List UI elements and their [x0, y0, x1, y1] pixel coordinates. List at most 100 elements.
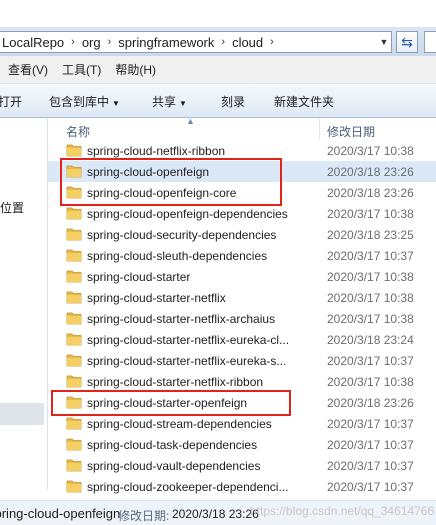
file-name: spring-cloud-vault-dependencies: [87, 459, 261, 473]
watermark: https://blog.csdn.net/qq_34614766: [250, 504, 435, 518]
file-row[interactable]: spring-cloud-vault-dependencies 2020/3/17…: [48, 455, 436, 476]
folder-icon: [66, 353, 82, 367]
highlight-box-starter-openfeign: [51, 390, 291, 416]
file-modified-date: 2020/3/17 10:37: [327, 417, 414, 431]
file-row[interactable]: spring-cloud-starter-netflix-archaius 202…: [48, 308, 436, 329]
chevron-down-icon: ▼: [179, 99, 187, 108]
modified-date-value: 2020/3/18 23:26: [172, 507, 259, 521]
folder-icon: [66, 458, 82, 472]
file-name: spring-cloud-starter-netflix-eureka-s...: [87, 354, 287, 368]
file-modified-date: 2020/3/17 10:38: [327, 270, 414, 284]
open-button[interactable]: 打开: [0, 93, 22, 110]
chevron-right-icon[interactable]: ›: [265, 36, 279, 48]
nav-selected-item[interactable]: [0, 403, 44, 425]
file-row[interactable]: spring-cloud-openfeign-dependencies 2020/…: [48, 203, 436, 224]
folder-icon: [66, 269, 82, 283]
burn-button[interactable]: 刻录: [221, 93, 245, 110]
breadcrumb-org[interactable]: org: [80, 35, 103, 50]
new-folder-button[interactable]: 新建文件夹: [274, 93, 334, 110]
file-row[interactable]: spring-cloud-stream-dependencies 2020/3/1…: [48, 413, 436, 434]
folder-icon: [66, 206, 82, 220]
search-input[interactable]: [424, 31, 436, 53]
folder-icon: [66, 332, 82, 346]
breadcrumb-cloud[interactable]: cloud: [230, 35, 265, 50]
folder-icon: [66, 248, 82, 262]
file-modified-date: 2020/3/17 10:38: [327, 207, 414, 221]
modified-date-label: 修改日期:: [118, 509, 170, 523]
highlight-box-openfeign: [60, 158, 282, 206]
file-modified-date: 2020/3/18 23:26: [327, 165, 414, 179]
folder-icon: [66, 437, 82, 451]
column-divider[interactable]: [319, 118, 320, 140]
file-modified-date: 2020/3/17 10:38: [327, 312, 414, 326]
file-name: spring-cloud-starter-netflix-ribbon: [87, 375, 264, 389]
file-row[interactable]: spring-cloud-sleuth-dependencies 2020/3/1…: [48, 245, 436, 266]
file-name: spring-cloud-starter-netflix-archaius: [87, 312, 276, 326]
folder-icon: [66, 416, 82, 430]
chevron-right-icon[interactable]: ›: [216, 36, 230, 48]
command-bar: 打开 包含到库中 ▼ 共享 ▼ 刻录 新建文件夹: [0, 84, 436, 118]
file-name: spring-cloud-stream-dependencies: [87, 417, 272, 431]
file-modified-date: 2020/3/18 23:26: [327, 396, 414, 410]
file-name: spring-cloud-starter-netflix: [87, 291, 226, 305]
file-modified-date: 2020/3/17 10:37: [327, 354, 414, 368]
menu-help[interactable]: 帮助(H): [115, 61, 156, 78]
chevron-right-icon[interactable]: ›: [66, 36, 80, 48]
file-row[interactable]: spring-cloud-zookeeper-dependenci... 2020…: [48, 476, 436, 497]
share-button[interactable]: 共享 ▼: [152, 93, 187, 110]
refresh-icon: ⇆: [401, 34, 413, 50]
sort-ascending-icon: ▲: [186, 116, 195, 126]
file-modified-date: 2020/3/17 10:37: [327, 438, 414, 452]
column-name[interactable]: 名称: [66, 123, 90, 140]
include-in-library-label: 包含到库中: [49, 95, 110, 109]
breadcrumb-localrepo[interactable]: LocalRepo: [0, 35, 66, 50]
file-modified-date: 2020/3/18 23:25: [327, 228, 414, 242]
file-row[interactable]: spring-cloud-security-dependencies 2020/3…: [48, 224, 436, 245]
file-row[interactable]: spring-cloud-starter-netflix 2020/3/17 10…: [48, 287, 436, 308]
file-modified-date: 2020/3/18 23:26: [327, 186, 414, 200]
chevron-down-icon[interactable]: ▼: [377, 37, 391, 47]
share-label: 共享: [152, 95, 177, 109]
chevron-right-icon[interactable]: ›: [103, 36, 117, 48]
file-row[interactable]: spring-cloud-starter-netflix-eureka-cl..…: [48, 329, 436, 350]
nav-item-locations[interactable]: 位置: [0, 199, 24, 216]
file-modified-date: 2020/3/17 10:38: [327, 375, 414, 389]
chevron-down-icon: ▼: [112, 99, 120, 108]
file-name: spring-cloud-netflix-ribbon: [87, 144, 226, 158]
include-in-library-button[interactable]: 包含到库中 ▼: [49, 93, 120, 110]
menu-tools[interactable]: 工具(T): [62, 61, 101, 78]
folder-icon: [66, 311, 82, 325]
file-name: spring-cloud-openfeign-dependencies: [87, 207, 288, 221]
file-row[interactable]: spring-cloud-starter-netflix-ribbon 2020/…: [48, 371, 436, 392]
folder-icon: [66, 374, 82, 388]
column-modified[interactable]: 修改日期: [327, 123, 375, 140]
file-name: spring-cloud-task-dependencies: [87, 438, 258, 452]
menu-bar: 查看(V) 工具(T) 帮助(H): [0, 56, 436, 84]
folder-icon: [66, 290, 82, 304]
column-header: ▲ 名称 修改日期: [48, 116, 436, 140]
file-name: spring-cloud-starter-netflix-eureka-cl..…: [87, 333, 290, 347]
navigation-pane[interactable]: 位置: [0, 118, 48, 490]
file-modified-date: 2020/3/18 23:24: [327, 333, 414, 347]
file-modified-date: 2020/3/17 10:37: [327, 249, 414, 263]
file-modified-date: 2020/3/17 10:38: [327, 291, 414, 305]
file-name: spring-cloud-starter: [87, 270, 191, 284]
refresh-button[interactable]: ⇆: [396, 31, 418, 53]
selected-item-name: spring-cloud-openfeign: [0, 506, 121, 521]
file-row[interactable]: spring-cloud-starter 2020/3/17 10:38: [48, 266, 436, 287]
address-bar: LocalRepo › org › springframework › clou…: [0, 27, 436, 56]
file-modified-date: 2020/3/17 10:37: [327, 480, 414, 494]
folder-icon: [66, 143, 82, 157]
file-modified-date: 2020/3/17 10:38: [327, 144, 414, 158]
file-row[interactable]: spring-cloud-task-dependencies 2020/3/17 …: [48, 434, 436, 455]
file-row[interactable]: spring-cloud-starter-netflix-eureka-s...…: [48, 350, 436, 371]
folder-icon: [66, 479, 82, 493]
file-modified-date: 2020/3/17 10:37: [327, 459, 414, 473]
breadcrumb[interactable]: LocalRepo › org › springframework › clou…: [0, 31, 392, 53]
file-list[interactable]: ▲ 名称 修改日期 spring-cloud-netflix-ribbon 202…: [48, 116, 436, 500]
menu-view[interactable]: 查看(V): [8, 61, 48, 78]
file-name: spring-cloud-sleuth-dependencies: [87, 249, 268, 263]
file-name: spring-cloud-zookeeper-dependenci...: [87, 480, 289, 494]
folder-icon: [66, 227, 82, 241]
breadcrumb-springframework[interactable]: springframework: [116, 35, 216, 50]
